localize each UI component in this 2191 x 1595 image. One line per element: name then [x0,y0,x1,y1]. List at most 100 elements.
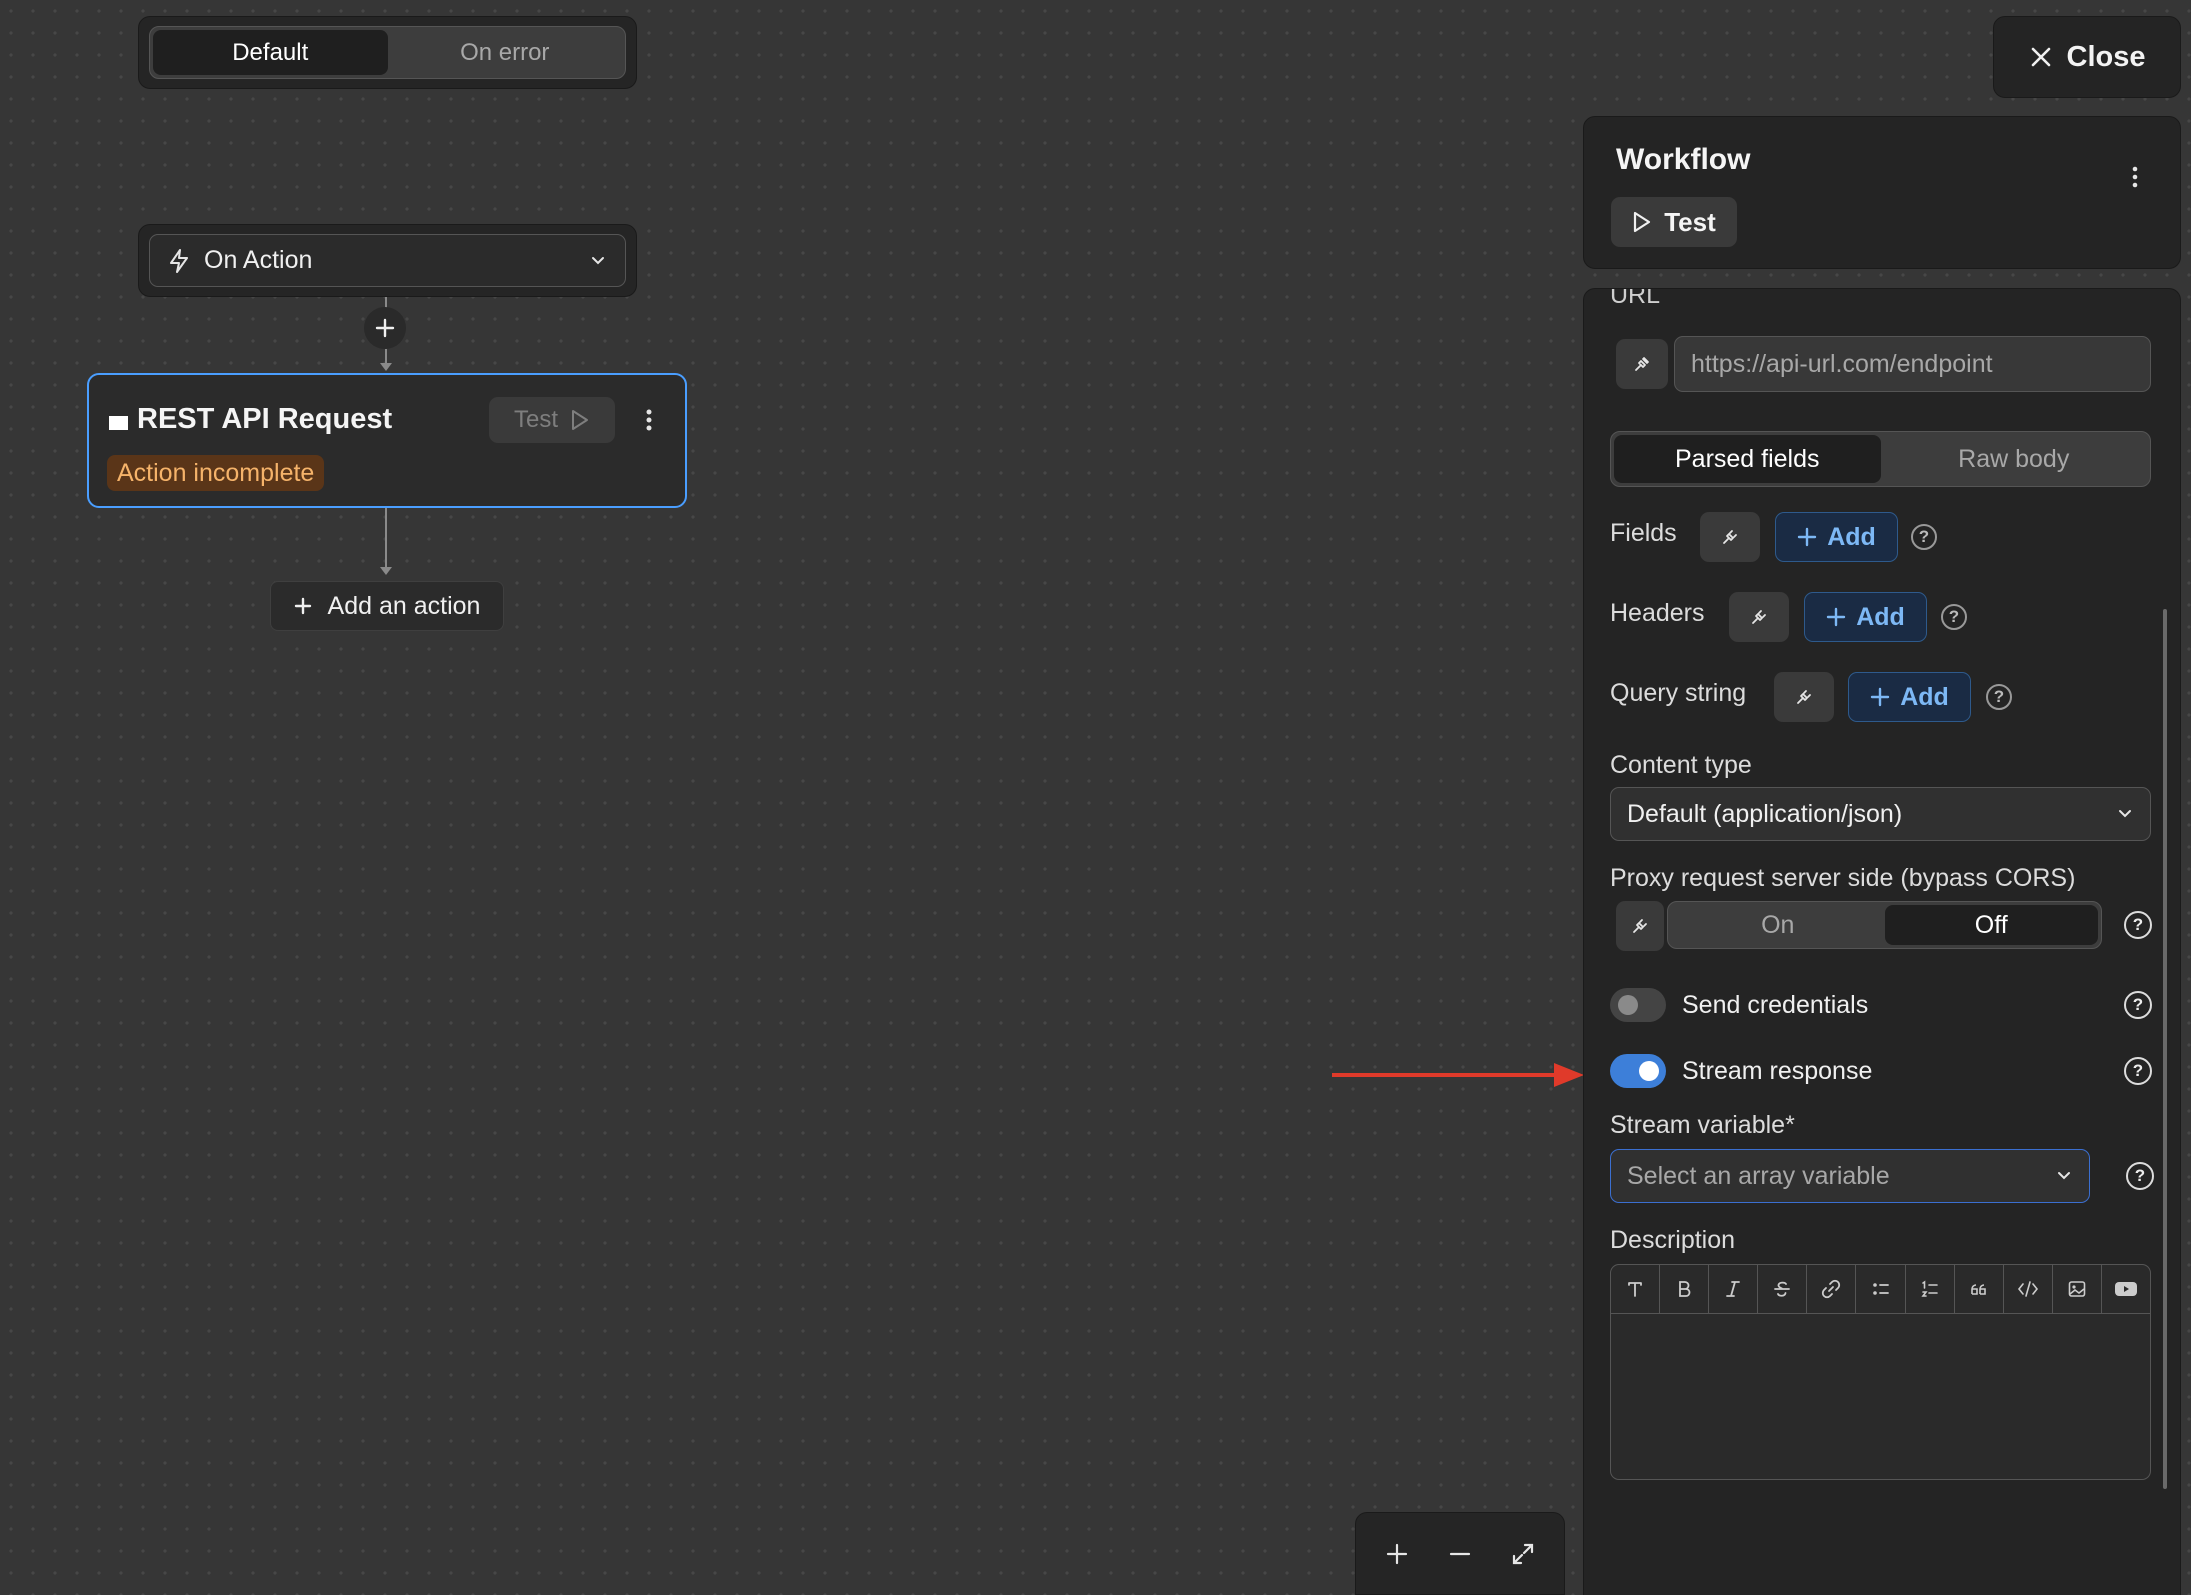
send-credentials-label: Send credentials [1682,991,1869,1019]
help-icon[interactable]: ? [2126,1162,2154,1190]
fit-view-button[interactable] [1498,1529,1548,1579]
chevron-down-icon [2055,1170,2073,1182]
more-vertical-icon [2132,166,2138,188]
strikethrough-button[interactable] [1758,1265,1808,1313]
proxy-label: Proxy request server side (bypass CORS) [1610,864,2076,892]
fields-add-button[interactable]: Add [1775,512,1898,562]
bold-icon [1674,1279,1694,1299]
rest-api-node[interactable]: REST API Request Test Action incomplete [87,373,687,508]
content-type-value: Default (application/json) [1627,799,1903,828]
zoom-out-button[interactable] [1435,1529,1485,1579]
plus-icon [375,318,395,338]
panel-scrollbar[interactable] [2163,609,2167,1489]
plug-icon [1794,687,1814,707]
mode-switch-track: Default On error [149,26,626,79]
insert-step-button[interactable] [364,307,406,349]
workflow-more-button[interactable] [2120,157,2150,197]
add-action-label: Add an action [327,591,481,620]
node-more-button[interactable] [634,399,664,441]
stream-variable-select[interactable]: Select an array variable [1610,1149,2090,1203]
body-mode-tabs: Parsed fields Raw body [1610,431,2151,487]
help-icon[interactable]: ? [2124,991,2152,1019]
proxy-on-option[interactable]: On [1671,905,1885,945]
query-add-button[interactable]: Add [1848,672,1971,722]
plus-icon [1385,1542,1409,1566]
bold-button[interactable] [1660,1265,1710,1313]
stream-response-label: Stream response [1682,1057,1873,1085]
properties-panel: URL https://api-url.com/endpoint Parsed … [1583,288,2181,1595]
content-type-label: Content type [1610,751,1752,779]
bulleted-list-button[interactable] [1856,1265,1906,1313]
stream-variable-label: Stream variable* [1610,1111,1795,1140]
arrow-down-icon [379,566,393,576]
tab-parsed-fields[interactable]: Parsed fields [1614,435,1881,483]
query-string-label: Query string [1610,679,1747,707]
code-button[interactable] [2004,1265,2053,1313]
chevron-down-icon [589,255,607,267]
video-icon [2114,1279,2138,1299]
url-input[interactable]: https://api-url.com/endpoint [1674,336,2151,392]
text-style-button[interactable] [1611,1265,1661,1313]
headers-bind-button[interactable] [1729,592,1789,642]
plus-icon [1826,607,1846,627]
tab-on-error[interactable]: On error [388,30,623,75]
tab-default[interactable]: Default [153,30,388,75]
headers-add-button[interactable]: Add [1804,592,1927,642]
workflow-test-button[interactable]: Test [1611,197,1737,247]
node-test-label: Test [513,406,558,433]
close-button[interactable]: Close [1993,16,2181,98]
strikethrough-icon [1772,1279,1792,1299]
more-vertical-icon [646,409,652,431]
content-type-select[interactable]: Default (application/json) [1610,787,2151,841]
tab-raw-body[interactable]: Raw body [1881,435,2148,483]
plus-icon [294,597,312,615]
proxy-off-option[interactable]: Off [1884,905,2098,945]
play-icon [570,409,590,431]
stream-variable-label-text: Stream variable [1610,1111,1786,1139]
play-icon [1632,211,1652,233]
url-label: URL [1610,288,1661,309]
zoom-in-button[interactable] [1372,1529,1422,1579]
italic-button[interactable] [1709,1265,1759,1313]
workflow-test-label: Test [1664,206,1716,237]
help-icon[interactable]: ? [2124,911,2152,939]
stream-response-toggle[interactable] [1610,1054,1666,1088]
close-label: Close [2066,40,2146,73]
workflow-title: Workflow [1616,143,1751,176]
required-mark: * [1785,1111,1795,1139]
video-button[interactable] [2102,1265,2150,1313]
help-icon[interactable]: ? [1941,604,1967,630]
add-action-button[interactable]: Add an action [270,581,504,631]
numbered-list-button[interactable] [1906,1265,1955,1313]
trigger-select[interactable]: On Action [149,234,626,287]
help-icon[interactable]: ? [1986,684,2012,710]
image-button[interactable] [2053,1265,2102,1313]
code-icon [2017,1279,2039,1299]
add-label: Add [1856,602,1905,631]
annotation-arrow-icon [1330,1061,1586,1089]
proxy-bind-button[interactable] [1616,901,1664,951]
node-title: REST API Request [137,403,393,435]
quote-icon [1969,1279,1989,1299]
plus-icon [1870,687,1890,707]
help-icon[interactable]: ? [1911,524,1937,550]
node-test-button[interactable]: Test [489,397,615,443]
description-editor[interactable] [1610,1314,2151,1480]
quote-button[interactable] [1955,1265,2004,1313]
help-icon[interactable]: ? [2124,1057,2152,1085]
fields-bind-button[interactable] [1700,512,1760,562]
send-credentials-toggle[interactable] [1610,988,1666,1022]
mode-switch: Default On error [138,16,637,89]
link-button[interactable] [1807,1265,1857,1313]
minus-icon [1448,1542,1472,1566]
description-label: Description [1610,1226,1736,1254]
plug-icon [1632,354,1652,374]
connector-line [385,508,387,568]
numbered-list-icon [1920,1279,1940,1299]
trigger-label: On Action [204,246,313,274]
toggle-knob [1639,1061,1659,1081]
fields-label: Fields [1610,519,1677,547]
query-bind-button[interactable] [1774,672,1834,722]
url-bind-button[interactable] [1616,339,1668,389]
plug-icon [1630,916,1650,936]
